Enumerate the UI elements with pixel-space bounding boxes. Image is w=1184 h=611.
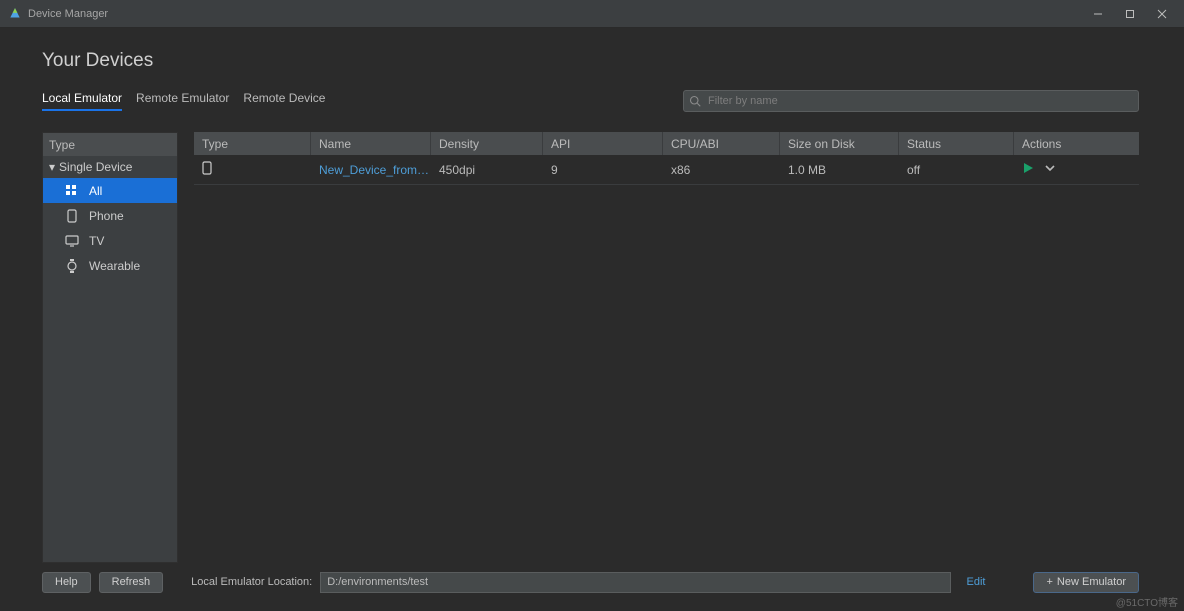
content: Your Devices Local Emulator Remote Emula… — [0, 28, 1184, 611]
titlebar: Device Manager — [0, 0, 1184, 28]
sidebar-item-tv[interactable]: TV — [43, 228, 177, 253]
plus-icon: + — [1046, 576, 1052, 588]
sidebar-item-phone[interactable]: Phone — [43, 203, 177, 228]
window-controls — [1082, 4, 1178, 24]
col-api[interactable]: API — [543, 132, 663, 155]
cell-size: 1.0 MB — [780, 155, 899, 184]
cell-actions — [1014, 155, 1139, 184]
help-button[interactable]: Help — [42, 572, 91, 593]
maximize-button[interactable] — [1114, 4, 1146, 24]
cell-api: 9 — [543, 155, 663, 184]
table-row[interactable]: New_Device_from_... 450dpi 9 x86 1.0 MB … — [194, 155, 1139, 185]
phone-icon — [65, 209, 79, 223]
tab-remote-emulator[interactable]: Remote Emulator — [136, 91, 229, 111]
watermark: @51CTO博客 — [1116, 594, 1178, 609]
sidebar: Type ▾ Single Device All Phone — [42, 132, 178, 563]
device-name-link[interactable]: New_Device_from_... — [319, 163, 431, 177]
col-type[interactable]: Type — [194, 132, 311, 155]
chevron-down-icon: ▾ — [49, 160, 55, 174]
page-title: Your Devices — [0, 28, 1184, 88]
search-box — [683, 90, 1139, 112]
main-area: Type ▾ Single Device All Phone — [42, 132, 1139, 563]
edit-link[interactable]: Edit — [967, 576, 986, 588]
play-icon[interactable] — [1022, 162, 1034, 177]
search-icon — [689, 94, 701, 112]
refresh-button[interactable]: Refresh — [99, 572, 164, 593]
devices-table: Type Name Density API CPU/ABI Size on Di… — [194, 132, 1139, 563]
phone-icon — [202, 161, 212, 178]
footer: Help Refresh Local Emulator Location: Ed… — [42, 571, 1139, 593]
grid-icon — [65, 185, 79, 197]
col-density[interactable]: Density — [431, 132, 543, 155]
chevron-down-icon[interactable] — [1044, 162, 1056, 177]
tv-icon — [65, 235, 79, 247]
table-header: Type Name Density API CPU/ABI Size on Di… — [194, 132, 1139, 155]
col-status[interactable]: Status — [899, 132, 1014, 155]
col-name[interactable]: Name — [311, 132, 431, 155]
minimize-button[interactable] — [1082, 4, 1114, 24]
tab-remote-device[interactable]: Remote Device — [243, 91, 325, 111]
cell-cpu: x86 — [663, 155, 780, 184]
tabs-row: Local Emulator Remote Emulator Remote De… — [0, 88, 1184, 114]
col-size[interactable]: Size on Disk — [780, 132, 899, 155]
sidebar-header: Type — [43, 133, 177, 156]
col-cpu[interactable]: CPU/ABI — [663, 132, 780, 155]
sidebar-item-label: All — [89, 184, 102, 198]
sidebar-group-single-device[interactable]: ▾ Single Device — [43, 156, 177, 178]
tabs: Local Emulator Remote Emulator Remote De… — [42, 91, 325, 111]
new-emulator-button[interactable]: + New Emulator — [1033, 572, 1139, 593]
window-title: Device Manager — [28, 8, 108, 20]
watch-icon — [65, 259, 79, 273]
sidebar-item-label: Wearable — [89, 259, 140, 273]
cell-density: 450dpi — [431, 155, 543, 184]
titlebar-left: Device Manager — [8, 7, 108, 21]
new-emulator-label: New Emulator — [1057, 576, 1126, 588]
cell-name[interactable]: New_Device_from_... — [311, 155, 431, 184]
sidebar-item-label: TV — [89, 234, 104, 248]
tab-local-emulator[interactable]: Local Emulator — [42, 91, 122, 111]
sidebar-item-label: Phone — [89, 209, 124, 223]
cell-status: off — [899, 155, 1014, 184]
close-button[interactable] — [1146, 4, 1178, 24]
app-logo-icon — [8, 7, 22, 21]
col-actions[interactable]: Actions — [1014, 132, 1139, 155]
location-label: Local Emulator Location: — [191, 576, 312, 588]
sidebar-item-all[interactable]: All — [43, 178, 177, 203]
location-input[interactable] — [320, 572, 950, 593]
search-input[interactable] — [683, 90, 1139, 112]
cell-type — [194, 155, 311, 184]
sidebar-item-wearable[interactable]: Wearable — [43, 253, 177, 278]
sidebar-group-label: Single Device — [59, 160, 132, 174]
